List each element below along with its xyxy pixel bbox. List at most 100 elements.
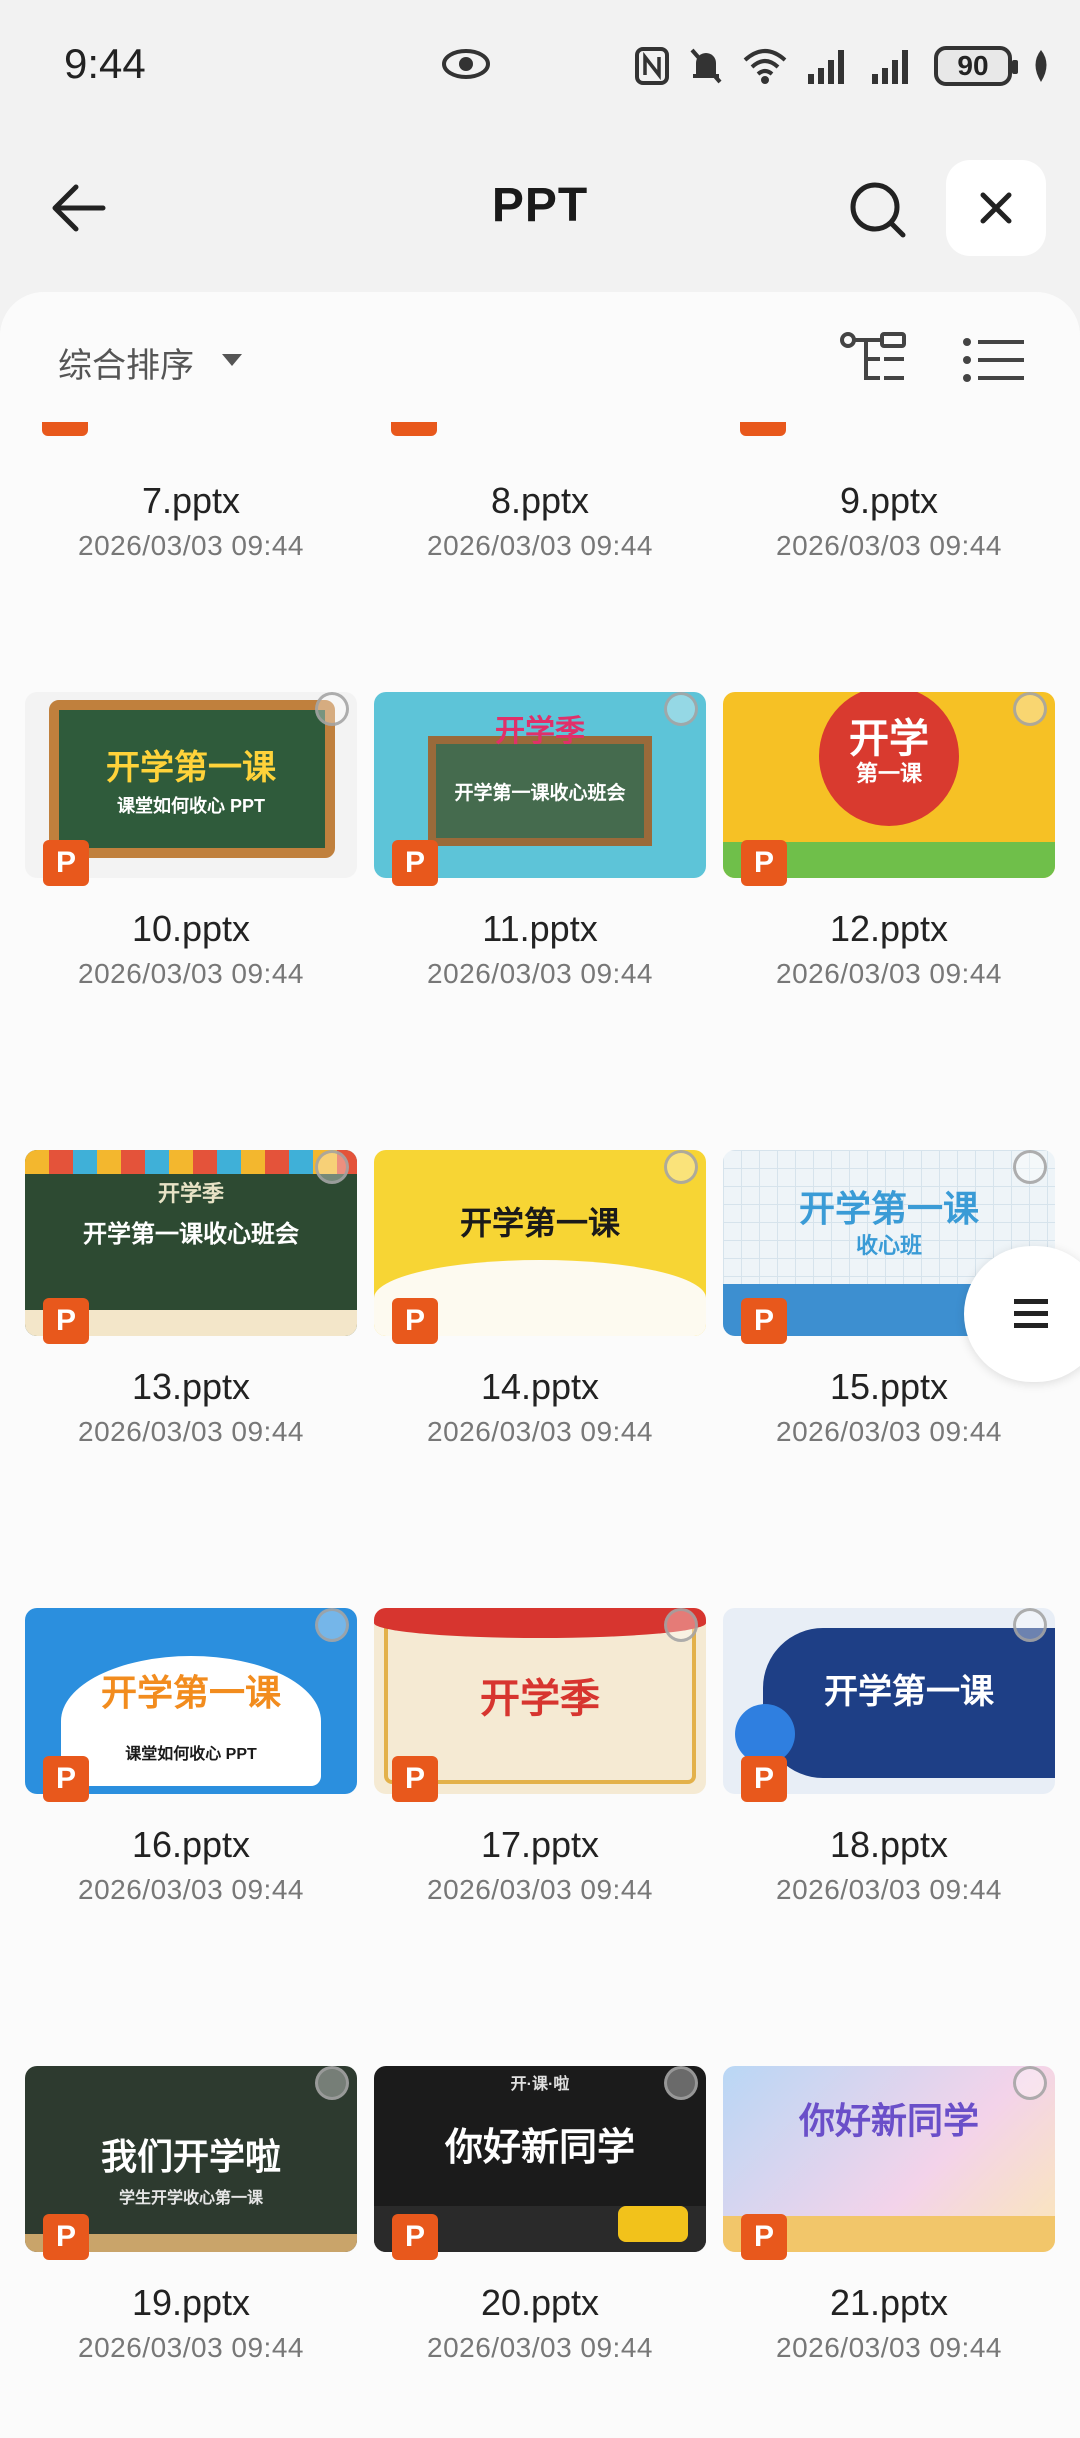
file-card[interactable]: 你好新同学 P 21.pptx 2026/03/03 09:44: [715, 2066, 1063, 2364]
file-date: 2026/03/03 09:44: [78, 1874, 304, 1905]
file-date: 2026/03/03 09:44: [78, 2332, 304, 2363]
ppt-badge: P: [43, 840, 89, 886]
ppt-badge: P: [741, 1298, 787, 1344]
file-card[interactable]: 我们开学啦 学生开学收心第一课 P 19.pptx 2026/03/03 09:…: [17, 2066, 365, 2364]
signal-icon-1: [808, 50, 844, 84]
file-name: 21.pptx: [829, 2282, 949, 2323]
select-checkbox[interactable]: [1013, 1150, 1047, 1184]
menu-icon: [1014, 1299, 1048, 1328]
file-name: 16.pptx: [131, 1824, 251, 1865]
file-date: 2026/03/03 09:44: [776, 1416, 1002, 1447]
file-date: 2026/03/03 09:44: [776, 2332, 1002, 2363]
file-card[interactable]: 开学季 开学第一课收心班会 P 13.pptx 2026/03/03 09:44: [17, 1150, 365, 1448]
thumbnail-title: 开学第一课收心班会: [83, 1221, 299, 1248]
ppt-badge: P: [392, 1756, 438, 1802]
thumbnail-title: 开学第一课: [100, 1672, 281, 1713]
sort-dropdown[interactable]: 综合排序: [58, 338, 194, 387]
ppt-badge: P: [43, 1756, 89, 1802]
thumbnail-subtitle: 开·课·啦: [510, 2076, 570, 2093]
file-name: 12.pptx: [829, 908, 949, 949]
file-date: 2026/03/03 09:44: [427, 530, 653, 561]
file-date: 2026/03/03 09:44: [427, 1416, 653, 1447]
file-name: 7.pptx: [141, 480, 241, 521]
file-card[interactable]: 开学季 P 17.pptx 2026/03/03 09:44: [366, 1608, 714, 1906]
file-date: 2026/03/03 09:44: [776, 1874, 1002, 1905]
file-name: 19.pptx: [131, 2282, 251, 2323]
ppt-badge: P: [741, 840, 787, 886]
select-checkbox[interactable]: [315, 1150, 349, 1184]
thumbnail-title: 你好新同学: [444, 2127, 635, 2169]
thumbnail-title: 我们开学啦: [100, 2136, 281, 2177]
wifi-icon: [743, 49, 787, 84]
eye-icon: [440, 44, 492, 89]
file-card[interactable]: 开学第一课 课堂如何收心 PPT P 16.pptx 2026/03/03 09…: [17, 1608, 365, 1906]
status-icons: 90: [634, 44, 1052, 88]
thumbnail-subtitle: 学生开学收心第一课: [118, 2190, 263, 2207]
ppt-badge: P: [392, 1298, 438, 1344]
file-name: 18.pptx: [829, 1824, 949, 1865]
sort-toolbar: 综合排序: [0, 292, 1080, 422]
file-card[interactable]: 开学季 开学第一课收心班会 P 11.pptx 2026/03/03 09:44: [366, 692, 714, 990]
file-date: 2026/03/03 09:44: [427, 1874, 653, 1905]
file-date: 2026/03/03 09:44: [776, 958, 1002, 989]
file-name: 20.pptx: [480, 2282, 600, 2323]
select-checkbox[interactable]: [1013, 2066, 1047, 2100]
ppt-badge: P: [392, 2214, 438, 2260]
file-name: 10.pptx: [131, 908, 251, 949]
select-checkbox[interactable]: [664, 1608, 698, 1642]
list-view-icon[interactable]: [962, 334, 1026, 386]
ppt-badge: P: [741, 1756, 787, 1802]
ppt-badge: P: [43, 1298, 89, 1344]
select-checkbox[interactable]: [664, 1150, 698, 1184]
mute-bell-icon: [690, 48, 722, 84]
select-checkbox[interactable]: [315, 1608, 349, 1642]
ppt-badge: P: [392, 840, 438, 886]
thumbnail-subtitle: 开学季: [157, 1181, 224, 1206]
ppt-badge: P: [741, 2214, 787, 2260]
file-card[interactable]: 开学 第一课 P 12.pptx 2026/03/03 09:44: [715, 692, 1063, 990]
thumbnail-subtitle: 开学季: [495, 715, 585, 748]
leaf-icon: [1035, 50, 1047, 82]
search-button[interactable]: [840, 172, 916, 248]
select-checkbox[interactable]: [664, 2066, 698, 2100]
close-button[interactable]: [946, 160, 1046, 256]
select-checkbox[interactable]: [315, 692, 349, 726]
status-bar: 9:44 90: [0, 0, 1080, 130]
file-name: 8.pptx: [490, 480, 590, 521]
thumbnail-title: 开学第一课: [798, 1188, 979, 1229]
thumbnail-subtitle: 第一课: [855, 761, 922, 786]
nfc-icon: [635, 47, 669, 85]
search-icon: [850, 182, 906, 238]
file-name: 11.pptx: [482, 908, 598, 949]
thumbnail-title: 开学第一课收心班会: [454, 783, 626, 804]
header: PPT: [0, 140, 1080, 270]
file-card[interactable]: 开学第一课 课堂如何收心 PPT P 10.pptx 2026/03/03 09…: [17, 692, 365, 990]
file-date: 2026/03/03 09:44: [78, 1416, 304, 1447]
thumbnail-title: 你好新同学: [798, 2100, 979, 2141]
page-title: PPT: [491, 179, 589, 232]
file-card[interactable]: 开学第一课 P 14.pptx 2026/03/03 09:44: [366, 1150, 714, 1448]
file-date: 2026/03/03 09:44: [78, 530, 304, 561]
file-name: 13.pptx: [131, 1366, 251, 1407]
thumbnail-title: 开学第一课: [459, 1205, 620, 1241]
thumbnail-title: 开学第一课: [824, 1673, 994, 1711]
file-date: 2026/03/03 09:44: [78, 958, 304, 989]
file-card[interactable]: 开学第一课 P 18.pptx 2026/03/03 09:44: [715, 1608, 1063, 1906]
file-card[interactable]: 开·课·啦 你好新同学 P 20.pptx 2026/03/03 09:44: [366, 2066, 714, 2364]
ppt-badge: P: [43, 2214, 89, 2260]
thumbnail-subtitle: 课堂如何收心 PPT: [116, 796, 265, 816]
battery-indicator: 90: [934, 46, 1018, 86]
signal-icon-2: [872, 50, 908, 84]
select-checkbox[interactable]: [1013, 1608, 1047, 1642]
file-name: 14.pptx: [480, 1366, 600, 1407]
caret-down-icon[interactable]: [222, 354, 242, 366]
file-name: 17.pptx: [480, 1824, 600, 1865]
file-date: 2026/03/03 09:44: [776, 530, 1002, 561]
file-date: 2026/03/03 09:44: [427, 2332, 653, 2363]
thumbnail-title: 开学第一课: [106, 749, 276, 787]
select-checkbox[interactable]: [315, 2066, 349, 2100]
tree-view-icon[interactable]: [840, 332, 910, 388]
select-checkbox[interactable]: [664, 692, 698, 726]
select-checkbox[interactable]: [1013, 692, 1047, 726]
file-name: 9.pptx: [839, 480, 939, 521]
